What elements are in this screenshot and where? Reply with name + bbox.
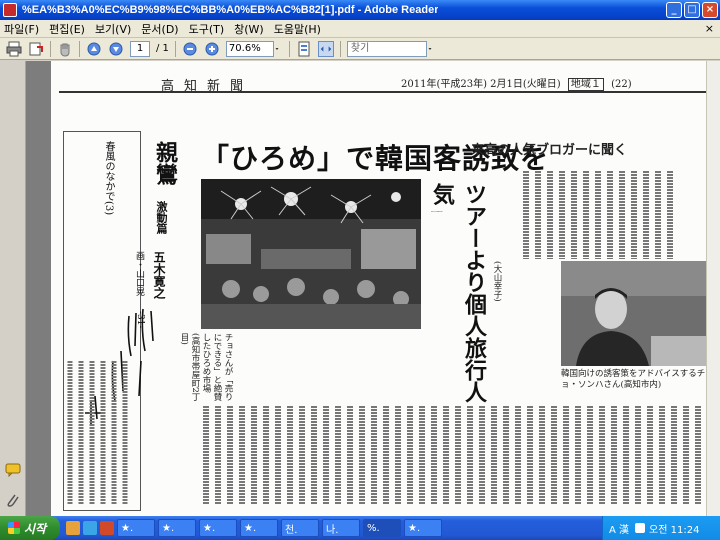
tray-network-icon[interactable]	[635, 523, 646, 533]
navigation-panel	[0, 61, 26, 516]
adobe-reader-icon	[3, 3, 17, 17]
section-label: 地域１	[567, 78, 604, 91]
search-input[interactable]: 찾기	[346, 40, 427, 57]
title-bar: %EA%B3%A0%EC%B9%98%EC%BB%A0%EB%AC%B82[1]…	[0, 0, 720, 20]
search-dropdown-icon[interactable]	[428, 41, 436, 57]
start-button[interactable]: 시작	[0, 516, 60, 540]
zoom-in-icon[interactable]	[204, 41, 220, 57]
zoom-out-icon[interactable]	[182, 41, 198, 57]
menu-file[interactable]: 파일(F)	[4, 21, 39, 37]
document-view[interactable]: 高知新聞 2011年(平成23年) 2月1日(火曜日) 地域１ (22) 親鸞 …	[26, 61, 706, 516]
menu-tools[interactable]: 도구(T)	[189, 21, 225, 37]
system-tray: A 漢 오전 11:24	[602, 516, 720, 540]
dropdown-arrow-icon[interactable]	[275, 41, 283, 57]
serial-body	[65, 361, 135, 506]
taskbar-item-2[interactable]: ★.	[158, 519, 196, 537]
pdf-page: 高知新聞 2011年(平成23年) 2月1日(火曜日) 地域１ (22) 親鸞 …	[51, 61, 706, 516]
portrait-photo	[561, 261, 706, 366]
taskbar-item-8[interactable]: ★.	[404, 519, 442, 537]
taskbar-item-4[interactable]: ★.	[240, 519, 278, 537]
menu-help[interactable]: 도움말(H)	[274, 21, 321, 37]
handwritten-text: この度外遊ぜひおいで 出席	[431, 211, 443, 212]
page-total: / 1	[156, 43, 169, 54]
clock: 오전 11:24	[649, 524, 700, 536]
vertical-scrollbar[interactable]	[706, 61, 720, 516]
quicklaunch-media-icon[interactable]	[100, 521, 114, 535]
window-controls: _ □ ×	[666, 2, 718, 18]
menu-edit[interactable]: 편집(E)	[49, 21, 85, 37]
print-icon[interactable]	[6, 41, 22, 57]
minimize-button[interactable]: _	[666, 2, 682, 18]
toolbar-separator	[174, 40, 176, 57]
zoom-level-field[interactable]: 70.6%	[225, 40, 274, 57]
menu-bar: 파일(F) 편집(E) 보기(V) 문서(D) 도구(T) 창(W) 도움말(H…	[0, 20, 720, 38]
start-label: 시작	[24, 521, 47, 536]
toolbar-separator	[79, 40, 80, 57]
maximize-button[interactable]: □	[684, 2, 700, 18]
windows-logo-icon	[8, 522, 20, 534]
reporter-credit: (大山幸子)	[492, 261, 502, 302]
photo2-caption: 韓国向けの誘客策をアドバイスするチョ・ソンハさん(高知市内)	[561, 369, 706, 390]
hand-tool-icon[interactable]	[57, 41, 73, 57]
menu-window[interactable]: 창(W)	[234, 21, 264, 37]
market-photo	[201, 179, 421, 329]
taskbar-item-1[interactable]: ★.	[117, 519, 155, 537]
serial-subtitle: 激動篇	[155, 201, 168, 234]
previous-page-icon[interactable]	[86, 41, 102, 57]
toolbar-separator	[288, 40, 290, 57]
article-subheadline: 来高の人気ブロガーに聞く	[471, 143, 628, 158]
document-close-button[interactable]: ×	[705, 22, 714, 35]
ime-indicator[interactable]: A 漢	[609, 521, 629, 536]
newspaper-date: 2011年(平成23年) 2月1日(火曜日) 地域１ (22)	[401, 75, 632, 91]
article-body-top	[521, 171, 681, 261]
page-label: (22)	[611, 79, 632, 90]
masthead-rule	[59, 91, 706, 93]
attach-icon[interactable]	[28, 41, 44, 57]
serial-author: 五木寛之	[152, 251, 166, 299]
serial-title: 親鸞	[152, 141, 178, 185]
taskbar-item-7[interactable]: %.	[363, 519, 401, 537]
toolbar: 1 / 1 70.6% 찾기	[0, 38, 720, 60]
taskbar-item-3[interactable]: ★.	[199, 519, 237, 537]
chapter-title: 春風のなかで(3)	[103, 141, 114, 216]
paperclip-icon[interactable]	[5, 493, 21, 507]
close-button[interactable]: ×	[702, 2, 718, 18]
article-big-title: ツアーより個人旅行人気	[429, 183, 487, 403]
toolbar-separator	[50, 40, 51, 57]
date-line: 2011年(平成23年) 2月1日(火曜日)	[401, 79, 561, 90]
photo1-caption: チョさんが「売りにできる」と絶賛したひろめ市場(高知市帯屋町2丁目)	[179, 333, 233, 402]
fit-width-icon[interactable]	[317, 40, 334, 57]
serial-illustrator: 画・山口晃	[134, 251, 144, 296]
fit-page-icon[interactable]	[296, 41, 312, 57]
menu-document[interactable]: 문서(D)	[141, 21, 178, 37]
page-number-input[interactable]: 1	[130, 40, 150, 57]
next-page-icon[interactable]	[108, 41, 124, 57]
taskbar: 시작 ★. ★. ★. ★. 천. 나. %. ★. A 漢 오전 11:24	[0, 516, 720, 540]
comment-icon[interactable]	[5, 463, 21, 477]
menu-view[interactable]: 보기(V)	[95, 21, 131, 37]
taskbar-item-6[interactable]: 나.	[322, 519, 360, 537]
article-body-bottom	[201, 406, 706, 506]
window-title: %EA%B3%A0%EC%B9%98%EC%BB%A0%EB%AC%B82[1]…	[22, 4, 439, 16]
quicklaunch-explorer-icon[interactable]	[66, 521, 80, 535]
quicklaunch-ie-icon[interactable]	[83, 521, 97, 535]
toolbar-separator	[339, 40, 341, 57]
taskbar-item-5[interactable]: 천.	[281, 519, 319, 537]
